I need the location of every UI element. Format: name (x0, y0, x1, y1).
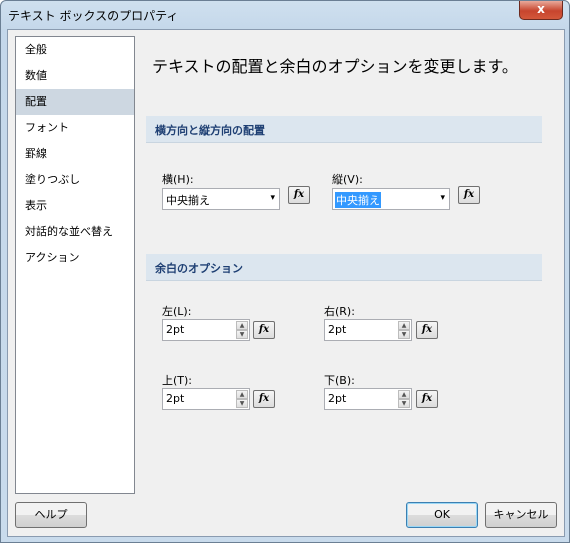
dialog-body: 全般 数値 配置 フォント 罫線 塗りつぶし 表示 対話的な並べ替え アクション… (7, 29, 565, 537)
sidebar-item-visibility[interactable]: 表示 (16, 193, 134, 219)
spin-down-icon[interactable]: ▼ (236, 399, 248, 408)
right-padding-value: 2pt (328, 323, 347, 336)
right-padding-label: 右(R): (324, 305, 355, 318)
spin-up-icon[interactable]: ▲ (398, 321, 410, 330)
sidebar-item-interactive-sort[interactable]: 対話的な並べ替え (16, 219, 134, 245)
horizontal-label: 横(H): (162, 173, 194, 186)
section-title: 横方向と縦方向の配置 (155, 124, 265, 137)
function-icon: fx (463, 189, 475, 200)
function-icon: fx (421, 393, 433, 404)
sidebar: 全般 数値 配置 フォント 罫線 塗りつぶし 表示 対話的な並べ替え アクション (15, 36, 135, 494)
bottom-padding-value: 2pt (328, 392, 347, 405)
horizontal-fx-button[interactable]: fx (288, 186, 310, 204)
top-padding-fx-button[interactable]: fx (253, 390, 275, 408)
close-button[interactable]: x (519, 1, 563, 20)
top-padding-value: 2pt (166, 392, 185, 405)
left-padding-label: 左(L): (162, 305, 192, 318)
help-button[interactable]: ヘルプ (15, 502, 87, 528)
left-padding-stepper[interactable]: 2pt ▲ ▼ (162, 319, 250, 341)
bottom-padding-stepper[interactable]: 2pt ▲ ▼ (324, 388, 412, 410)
window-title: テキスト ボックスのプロパティ (8, 9, 179, 23)
right-padding-stepper[interactable]: 2pt ▲ ▼ (324, 319, 412, 341)
spin-down-icon[interactable]: ▼ (236, 330, 248, 339)
spin-down-icon[interactable]: ▼ (398, 399, 410, 408)
bottom-padding-fx-button[interactable]: fx (416, 390, 438, 408)
spin-up-icon[interactable]: ▲ (398, 390, 410, 399)
sidebar-item-font[interactable]: フォント (16, 115, 134, 141)
sidebar-item-number[interactable]: 数値 (16, 63, 134, 89)
close-icon: x (537, 2, 545, 16)
top-padding-stepper[interactable]: 2pt ▲ ▼ (162, 388, 250, 410)
spin-up-icon[interactable]: ▲ (236, 321, 248, 330)
section-title: 余白のオプション (155, 262, 243, 275)
sidebar-item-action[interactable]: アクション (16, 245, 134, 271)
function-icon: fx (258, 393, 270, 404)
section-header-padding: 余白のオプション (146, 254, 542, 281)
vertical-dropdown[interactable]: 中央揃え ▾ (332, 188, 450, 210)
chevron-down-icon: ▾ (440, 193, 445, 203)
dialog-window: テキスト ボックスのプロパティ x 全般 数値 配置 フォント 罫線 塗りつぶし… (0, 0, 570, 543)
bottom-padding-label: 下(B): (324, 374, 355, 387)
top-padding-label: 上(T): (162, 374, 193, 387)
vertical-label: 縦(V): (332, 173, 363, 186)
spin-up-icon[interactable]: ▲ (236, 390, 248, 399)
function-icon: fx (258, 324, 270, 335)
sidebar-item-border[interactable]: 罫線 (16, 141, 134, 167)
sidebar-item-alignment[interactable]: 配置 (16, 89, 134, 115)
ok-button[interactable]: OK (406, 502, 478, 528)
right-padding-fx-button[interactable]: fx (416, 321, 438, 339)
horizontal-dropdown[interactable]: 中央揃え ▾ (162, 188, 280, 210)
function-icon: fx (421, 324, 433, 335)
function-icon: fx (293, 189, 305, 200)
section-header-alignment: 横方向と縦方向の配置 (146, 116, 542, 143)
horizontal-value: 中央揃え (166, 194, 210, 207)
left-padding-fx-button[interactable]: fx (253, 321, 275, 339)
spin-down-icon[interactable]: ▼ (398, 330, 410, 339)
sidebar-item-general[interactable]: 全般 (16, 37, 134, 63)
left-padding-value: 2pt (166, 323, 185, 336)
vertical-fx-button[interactable]: fx (458, 186, 480, 204)
cancel-button[interactable]: キャンセル (485, 502, 557, 528)
chevron-down-icon: ▾ (270, 193, 275, 203)
sidebar-item-fill[interactable]: 塗りつぶし (16, 167, 134, 193)
page-heading: テキストの配置と余白のオプションを変更します。 (152, 57, 518, 76)
vertical-value: 中央揃え (335, 192, 381, 208)
title-bar[interactable]: テキスト ボックスのプロパティ x (1, 1, 569, 29)
